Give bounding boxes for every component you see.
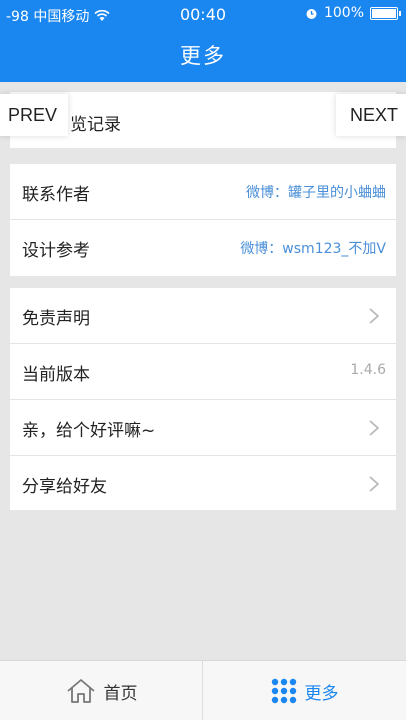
design-ref-value[interactable]: 微博：wsm123_不加V [240, 238, 386, 258]
chevron-right-icon [369, 308, 380, 324]
battery-icon [370, 6, 401, 20]
version-label: 当前版本 [22, 365, 90, 385]
disclaimer-row[interactable]: 免责声明 [10, 288, 396, 344]
disclaimer-label: 免责声明 [22, 309, 90, 329]
alarm-icon [306, 8, 317, 19]
main-content: 览记录 联系作者 微博：罐子里的小蛐蛐 设计参考 微博：wsm123_不加V 免… [0, 82, 406, 660]
version-row: 当前版本 1.4.6 [10, 344, 396, 400]
status-bar: -98 中国移动 00:40 100% [0, 0, 406, 30]
design-ref-label: 设计参考 [22, 241, 90, 261]
contact-author-value[interactable]: 微博：罐子里的小蛐蛐 [246, 182, 386, 202]
page-title: 更多 [180, 44, 226, 68]
tab-home-label: 首页 [103, 683, 138, 704]
version-value: 1.4.6 [350, 362, 386, 378]
prev-label: PREV [8, 104, 58, 125]
tab-more[interactable]: 更多 [203, 661, 406, 720]
chevron-right-icon [369, 420, 380, 436]
design-ref-row[interactable]: 设计参考 微博：wsm123_不加V [10, 220, 396, 276]
tab-bar: 首页 更多 [0, 660, 406, 720]
rate-app-row[interactable]: 亲，给个好评嘛~ [10, 400, 396, 456]
tab-home[interactable]: 首页 [0, 661, 203, 720]
nav-header: -98 中国移动 00:40 100% 更多 [0, 0, 406, 82]
battery-percent: 100% [323, 5, 364, 21]
rate-app-label: 亲，给个好评嘛~ [22, 421, 156, 441]
contact-author-label: 联系作者 [22, 185, 90, 205]
contact-author-row[interactable]: 联系作者 微博：罐子里的小蛐蛐 [10, 164, 396, 220]
next-button[interactable]: NEXT [336, 94, 406, 136]
home-icon [66, 679, 95, 703]
share-row[interactable]: 分享给好友 [10, 456, 396, 510]
chevron-right-icon [369, 476, 380, 492]
history-label: 览记录 [70, 115, 121, 135]
tab-more-label: 更多 [304, 683, 339, 704]
prev-button[interactable]: PREV [0, 94, 68, 136]
misc-section: 免责声明 当前版本 1.4.6 亲，给个好评嘛~ 分享给好友 [10, 288, 396, 510]
contact-section: 联系作者 微博：罐子里的小蛐蛐 设计参考 微博：wsm123_不加V [10, 164, 396, 276]
next-label: NEXT [349, 104, 398, 125]
grid-dots-icon [271, 678, 296, 704]
battery-fill [372, 8, 396, 18]
share-label: 分享给好友 [22, 477, 107, 497]
